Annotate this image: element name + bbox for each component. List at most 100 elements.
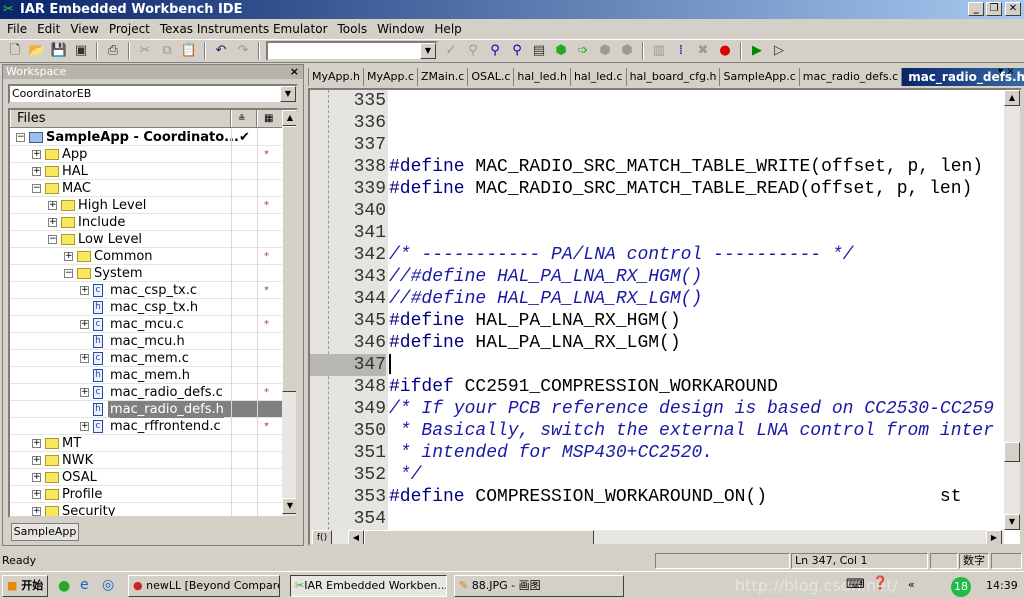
task-iar[interactable]: ✂IAR Embedded Workben... — [290, 575, 447, 597]
tree-item[interactable]: − SampleApp - Coordinato... ✔ — [10, 129, 282, 146]
workspace-tab-sampleapp[interactable]: SampleApp — [11, 523, 79, 541]
tree-item[interactable]: − MAC — [10, 180, 282, 197]
h-scroll-thumb[interactable] — [364, 530, 594, 544]
tree-item[interactable]: + MT — [10, 435, 282, 452]
expand-icon[interactable]: + — [80, 422, 89, 431]
rebuild-icon[interactable]: ⬢ — [618, 42, 636, 60]
expand-icon[interactable]: + — [32, 490, 41, 499]
tab-menu-icon[interactable]: ▾ × — [998, 66, 1015, 77]
expand-icon[interactable]: + — [32, 439, 41, 448]
internet-explorer-icon[interactable]: e — [80, 577, 89, 593]
find-next-icon[interactable]: ⚲ — [508, 42, 526, 60]
tree-item[interactable]: + Profile — [10, 486, 282, 503]
menu-file[interactable]: File — [2, 22, 32, 36]
build-column-icon[interactable]: ▦ — [257, 110, 283, 127]
tree-scrollbar[interactable]: ▲ ▼ — [282, 110, 296, 516]
save-all-icon[interactable]: ▣ — [72, 42, 90, 60]
editor-tab[interactable]: OSAL.c — [467, 68, 513, 86]
task-beyond-compare[interactable]: ● newLL [Beyond Compare] — [128, 575, 280, 597]
minimize-button[interactable]: _ — [968, 2, 984, 16]
editor-tab[interactable]: hal_led.h — [513, 68, 570, 86]
editor-tab[interactable]: SampleApp.c — [719, 68, 798, 86]
open-folder-icon[interactable]: 📂 — [28, 42, 46, 60]
scroll-up-button[interactable]: ▲ — [1004, 90, 1020, 106]
tree-item[interactable]: + App * — [10, 146, 282, 163]
scroll-down-button[interactable]: ▼ — [282, 498, 296, 514]
tree-item[interactable]: + c mac_rffrontend.c * — [10, 418, 282, 435]
expand-icon[interactable]: + — [32, 150, 41, 159]
menu-window[interactable]: Window — [372, 22, 429, 36]
menu-tools[interactable]: Tools — [333, 22, 373, 36]
editor-vertical-scrollbar[interactable]: ▲ ▼ — [1004, 90, 1020, 530]
scroll-down-button[interactable]: ▼ — [1004, 514, 1020, 530]
find-combo[interactable]: ▼ — [266, 41, 438, 61]
collapse-icon[interactable]: − — [48, 235, 57, 244]
undo-icon[interactable]: ↶ — [212, 42, 230, 60]
disable-icon[interactable]: ✖ — [694, 42, 712, 60]
expand-icon[interactable]: + — [80, 286, 89, 295]
tree-item[interactable]: + Security — [10, 503, 282, 516]
goto-icon[interactable]: ▤ — [530, 42, 548, 60]
menu-project[interactable]: Project — [104, 22, 155, 36]
quicklaunch-icon[interactable]: ● — [58, 578, 70, 594]
tree-item[interactable]: − Low Level — [10, 231, 282, 248]
save-icon[interactable]: 💾 — [50, 42, 68, 60]
tree-item[interactable]: h mac_radio_defs.h — [10, 401, 282, 418]
paste-icon[interactable]: 📋 — [180, 42, 198, 60]
scroll-thumb[interactable] — [282, 126, 296, 392]
start-button[interactable]: ■ 开始 — [2, 575, 48, 597]
browser-icon[interactable]: ◎ — [102, 577, 114, 593]
expand-icon[interactable]: + — [80, 354, 89, 363]
breakpoint-icon[interactable]: ● — [716, 42, 734, 60]
tree-item[interactable]: + NWK — [10, 452, 282, 469]
editor-tab[interactable]: hal_led.c — [569, 68, 626, 86]
menu-edit[interactable]: Edit — [32, 22, 65, 36]
menu-help[interactable]: Help — [429, 22, 466, 36]
stop-build-icon[interactable]: ⬢ — [596, 42, 614, 60]
editor-tab[interactable]: MyApp.c — [362, 68, 417, 86]
editor-tab[interactable]: mac_radio_defs.c — [798, 68, 901, 86]
tree-item[interactable]: + OSAL — [10, 469, 282, 486]
scroll-thumb[interactable] — [1004, 442, 1020, 462]
expand-icon[interactable]: + — [80, 388, 89, 397]
debug-without-download-icon[interactable]: ▷ — [770, 42, 788, 60]
close-icon[interactable]: × — [290, 65, 299, 79]
tree-item[interactable]: h mac_csp_tx.h — [10, 299, 282, 316]
expand-icon[interactable]: + — [32, 507, 41, 516]
tree-item[interactable]: + c mac_csp_tx.c * — [10, 282, 282, 299]
tree-item[interactable]: h mac_mcu.h — [10, 333, 282, 350]
collapse-icon[interactable]: − — [64, 269, 73, 278]
task-paint[interactable]: ✎ 88.JPG - 画图 — [454, 575, 624, 597]
debug-icon[interactable]: ▶ — [748, 42, 766, 60]
options-column-icon[interactable]: ≗ — [231, 110, 257, 127]
scroll-up-button[interactable]: ▲ — [282, 110, 296, 126]
expand-icon[interactable]: + — [32, 456, 41, 465]
tree-item[interactable]: + High Level * — [10, 197, 282, 214]
make-icon[interactable]: ➩ — [574, 42, 592, 60]
code-editor[interactable]: 335 336 337 338 #define MAC_RADIO_SRC_MATCH_… — [308, 88, 1022, 546]
maximize-button[interactable]: ❐ — [986, 2, 1002, 16]
expand-icon[interactable]: + — [64, 252, 73, 261]
find-in-files-icon[interactable]: ⚲ — [486, 42, 504, 60]
chevron-down-icon[interactable]: ▼ — [420, 43, 436, 59]
expand-icon[interactable]: + — [32, 473, 41, 482]
configuration-select[interactable]: CoordinatorEB ▼ — [8, 84, 298, 104]
menu-view[interactable]: View — [65, 22, 103, 36]
compile-icon[interactable]: ⬢ — [552, 42, 570, 60]
files-column-header[interactable]: Files — [10, 110, 231, 127]
editor-tab[interactable]: hal_board_cfg.h — [625, 68, 720, 86]
print-icon[interactable]: ⎙ — [104, 42, 122, 60]
collapse-icon[interactable]: − — [32, 184, 41, 193]
expand-tray-icon[interactable]: « — [908, 578, 915, 591]
tree-item[interactable]: + HAL — [10, 163, 282, 180]
expand-icon[interactable]: + — [80, 320, 89, 329]
tree-item[interactable]: − System — [10, 265, 282, 282]
tree-item[interactable]: + Common * — [10, 248, 282, 265]
tree-item[interactable]: + c mac_radio_defs.c * — [10, 384, 282, 401]
expand-icon[interactable]: + — [32, 167, 41, 176]
tree-item[interactable]: + Include — [10, 214, 282, 231]
tree-item[interactable]: h mac_mem.h — [10, 367, 282, 384]
tree-item[interactable]: + c mac_mem.c — [10, 350, 282, 367]
scroll-left-button[interactable]: ◀ — [348, 530, 364, 544]
expand-icon[interactable]: + — [48, 201, 57, 210]
